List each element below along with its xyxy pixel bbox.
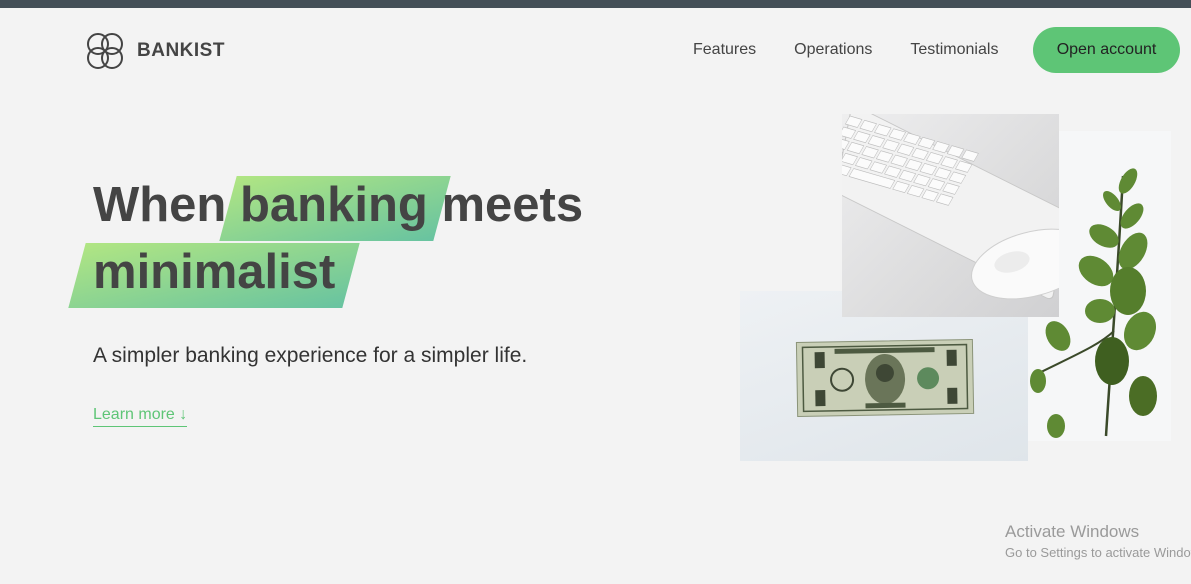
hero-title: When banking meets minimalist xyxy=(93,172,583,306)
hero-title-word-meets: meets xyxy=(441,178,584,232)
activate-windows-heading: Activate Windows xyxy=(1005,522,1140,541)
main-nav: Features Operations Testimonials xyxy=(693,27,1036,73)
nav-link-operations[interactable]: Operations xyxy=(794,27,872,73)
hero-highlight-minimalist: minimalist xyxy=(93,239,335,306)
top-border xyxy=(0,0,1191,8)
logo-icon xyxy=(87,33,123,69)
nav-link-testimonials[interactable]: Testimonials xyxy=(910,27,998,73)
logo-text: BANKIST xyxy=(137,40,225,61)
keyboard-and-mouse-image xyxy=(842,114,1059,317)
hero-highlight-banking: banking xyxy=(240,172,428,239)
nav-link-features[interactable]: Features xyxy=(693,27,756,73)
learn-more-link[interactable]: Learn more ↓ xyxy=(93,406,188,427)
hero-subtitle: A simpler banking experience for a simpl… xyxy=(93,344,528,367)
open-account-button[interactable]: Open account xyxy=(1033,27,1180,73)
activate-windows-subtext: Go to Settings to activate Windows. xyxy=(1005,545,1191,560)
logo[interactable]: BANKIST xyxy=(83,29,225,73)
hero-title-word-when: When xyxy=(93,178,227,232)
